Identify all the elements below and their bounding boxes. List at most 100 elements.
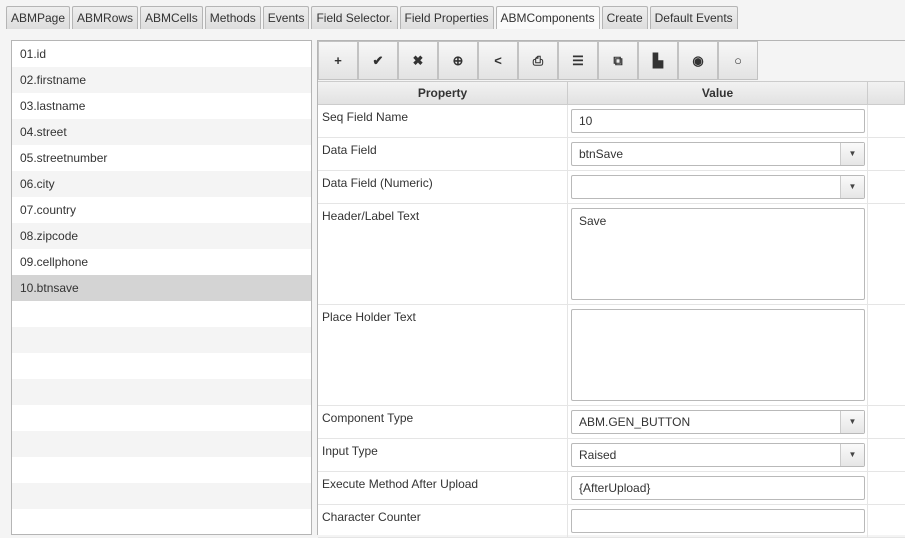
- table-row: Place Holder Text: [318, 305, 905, 406]
- list-item[interactable]: 04.street: [12, 119, 311, 145]
- value-cell: btnSave ▼: [568, 138, 868, 170]
- copy-icon: ⧉: [613, 52, 623, 68]
- value-input[interactable]: [571, 509, 865, 533]
- empty-cell: [868, 105, 905, 137]
- list-item[interactable]: 02.firstname: [12, 67, 311, 93]
- property-label: Data Field: [318, 138, 568, 170]
- close-button[interactable]: ✖: [398, 41, 438, 80]
- value-text: 10: [579, 114, 593, 128]
- print-button[interactable]: ⎙: [518, 41, 558, 80]
- tab-create[interactable]: Create: [601, 6, 648, 29]
- property-label: Seq Field Name: [318, 105, 568, 137]
- print-icon: ⎙: [532, 52, 544, 68]
- value-text: {AfterUpload}: [579, 481, 651, 495]
- list-item[interactable]: 08.zipcode: [12, 223, 311, 249]
- plus-button[interactable]: +: [318, 41, 358, 80]
- add-circle-icon: ⊕: [452, 52, 464, 68]
- value-dropdown[interactable]: ▼: [571, 175, 865, 199]
- value-text: Raised: [579, 448, 617, 462]
- list-item[interactable]: 01.id: [12, 41, 311, 67]
- check-button[interactable]: ✔: [358, 41, 398, 80]
- table-row: Input Type Raised ▼: [318, 439, 905, 472]
- list-item[interactable]: 06.city: [12, 171, 311, 197]
- empty-list-row: [12, 509, 311, 534]
- table-row: Seq Field Name 10: [318, 105, 905, 138]
- value-header: Value: [568, 82, 868, 104]
- chevron-down-icon[interactable]: ▼: [840, 143, 864, 165]
- tab-abmrows[interactable]: ABMRows: [72, 6, 139, 29]
- value-input[interactable]: 10: [571, 109, 865, 133]
- value-textarea[interactable]: [571, 309, 865, 401]
- list-item[interactable]: 10.btnsave: [12, 275, 311, 301]
- table-row: Character Counter: [318, 505, 905, 538]
- list-item[interactable]: 05.streetnumber: [12, 145, 311, 171]
- close-icon: ✖: [412, 52, 424, 68]
- empty-list-row: [12, 353, 311, 379]
- empty-cell: [868, 305, 905, 405]
- list-item[interactable]: 09.cellphone: [12, 249, 311, 275]
- empty-cell: [868, 472, 905, 504]
- tab-default-events[interactable]: Default Events: [649, 6, 738, 29]
- value-text: btnSave: [579, 147, 624, 161]
- list-item[interactable]: 07.country: [12, 197, 311, 223]
- property-table: Seq Field Name 10 Data Field btnSave ▼ Data F…: [318, 105, 905, 538]
- tab-field-properties[interactable]: Field Properties: [399, 6, 494, 29]
- value-text: Save: [579, 214, 607, 228]
- share-button[interactable]: <: [478, 41, 518, 80]
- radio-unchecked-button[interactable]: ○: [718, 41, 758, 80]
- empty-cell: [868, 138, 905, 170]
- empty-list-row: [12, 483, 311, 509]
- value-cell: [568, 305, 868, 405]
- empty-list-row: [12, 379, 311, 405]
- table-row: Data Field (Numeric) ▼: [318, 171, 905, 204]
- properties-panel: + ✔ ✖ ⊕ < ⎙ ☰ ⧉ ▙ ◉ ○ Property Value Seq Field Nam…: [317, 40, 905, 538]
- tab-methods[interactable]: Methods: [204, 6, 261, 29]
- tab-field-selector-[interactable]: Field Selector.: [311, 6, 398, 29]
- value-cell: [568, 505, 868, 537]
- table-row: Header/Label Text Save: [318, 204, 905, 305]
- paste-button[interactable]: ▙: [638, 41, 678, 80]
- table-row: Data Field btnSave ▼: [318, 138, 905, 171]
- tab-abmcomponents[interactable]: ABMComponents: [495, 6, 600, 29]
- paste-icon: ▙: [653, 52, 663, 68]
- chevron-down-icon[interactable]: ▼: [840, 176, 864, 198]
- tab-abmcells[interactable]: ABMCells: [140, 6, 203, 29]
- add-circle-button[interactable]: ⊕: [438, 41, 478, 80]
- chevron-down-icon[interactable]: ▼: [840, 444, 864, 466]
- value-cell: Save: [568, 204, 868, 304]
- value-cell: 10: [568, 105, 868, 137]
- empty-list-row: [12, 327, 311, 353]
- list-item[interactable]: 03.lastname: [12, 93, 311, 119]
- radio-checked-icon: ◉: [692, 52, 704, 68]
- radio-unchecked-icon: ○: [734, 53, 742, 68]
- value-input[interactable]: {AfterUpload}: [571, 476, 865, 500]
- value-cell: ABM.GEN_BUTTON ▼: [568, 406, 868, 438]
- value-dropdown[interactable]: Raised ▼: [571, 443, 865, 467]
- property-label: Input Type: [318, 439, 568, 471]
- field-list[interactable]: 01.id 02.firstname 03.lastname 04.street 05.…: [11, 40, 312, 535]
- check-icon: ✔: [372, 52, 384, 68]
- value-cell: {AfterUpload}: [568, 472, 868, 504]
- property-label: Execute Method After Upload: [318, 472, 568, 504]
- value-dropdown[interactable]: btnSave ▼: [571, 142, 865, 166]
- empty-list-row: [12, 457, 311, 483]
- property-label: Component Type: [318, 406, 568, 438]
- copy-button[interactable]: ⧉: [598, 41, 638, 80]
- table-row: Execute Method After Upload {AfterUpload}: [318, 472, 905, 505]
- empty-list-row: [12, 405, 311, 431]
- toolbar: + ✔ ✖ ⊕ < ⎙ ☰ ⧉ ▙ ◉ ○: [318, 41, 905, 81]
- list-icon: ☰: [572, 52, 584, 68]
- value-dropdown[interactable]: ABM.GEN_BUTTON ▼: [571, 410, 865, 434]
- chevron-down-icon[interactable]: ▼: [840, 411, 864, 433]
- radio-checked-button[interactable]: ◉: [678, 41, 718, 80]
- tab-events[interactable]: Events: [262, 6, 310, 29]
- value-cell: Raised ▼: [568, 439, 868, 471]
- empty-cell: [868, 505, 905, 537]
- tab-abmpage[interactable]: ABMPage: [6, 6, 71, 29]
- value-textarea[interactable]: Save: [571, 208, 865, 300]
- property-label: Place Holder Text: [318, 305, 568, 405]
- list-button[interactable]: ☰: [558, 41, 598, 80]
- empty-cell: [868, 439, 905, 471]
- property-label: Character Counter: [318, 505, 568, 537]
- extra-header: [868, 82, 905, 104]
